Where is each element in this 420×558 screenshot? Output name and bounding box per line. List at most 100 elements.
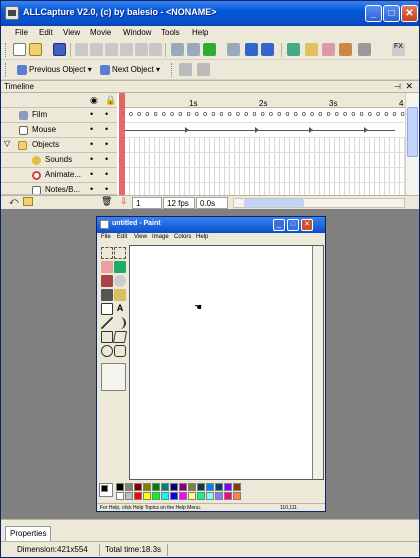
undo-icon[interactable] xyxy=(135,43,148,56)
scroll-thumb[interactable] xyxy=(407,107,418,157)
paint-toolbox: A xyxy=(99,245,128,395)
timeline-scrollbar[interactable] xyxy=(405,93,419,195)
paste-icon[interactable] xyxy=(105,43,118,56)
palette-swatch xyxy=(161,483,169,491)
capture-icon[interactable] xyxy=(287,43,300,56)
fps-field[interactable]: 12 fps xyxy=(163,197,195,209)
fx-icon[interactable]: FX xyxy=(392,43,405,56)
open-icon[interactable] xyxy=(29,43,42,56)
app-icon xyxy=(5,6,19,20)
forward-icon[interactable] xyxy=(245,43,258,56)
add-folder-icon[interactable] xyxy=(23,197,33,206)
rectangle-icon xyxy=(101,331,113,343)
cut-icon[interactable] xyxy=(75,43,88,56)
paint-menu-item: Edit xyxy=(117,234,128,240)
menu-view[interactable]: View xyxy=(63,28,80,37)
sounds-track[interactable] xyxy=(119,153,405,168)
trash-icon[interactable]: 🗑 xyxy=(101,196,112,207)
mouse-track[interactable] xyxy=(119,123,405,138)
notes-track[interactable] xyxy=(119,183,405,195)
menu-tools[interactable]: Tools xyxy=(161,28,180,37)
time-field[interactable]: 0.0s xyxy=(196,197,228,209)
minimize-button[interactable]: _ xyxy=(365,5,382,22)
frame-grid[interactable]: 1s 2s 3s 4 • o o o o o o o o o o o o o o… xyxy=(119,93,405,195)
layer-row-sounds[interactable]: Sounds • • xyxy=(1,153,117,168)
close-icon[interactable]: ✕ xyxy=(405,81,413,92)
frame-field[interactable]: 1 xyxy=(132,197,162,209)
toolbar-grip[interactable] xyxy=(5,63,8,77)
volume-icon[interactable] xyxy=(358,43,371,56)
redo-icon[interactable] xyxy=(149,43,162,56)
layer-row-film[interactable]: Film • • xyxy=(1,108,117,123)
pin-icon[interactable]: ⊣ xyxy=(394,82,401,91)
paint-menu-item: Colors xyxy=(174,234,192,240)
save-icon[interactable] xyxy=(53,43,66,56)
palette-swatch xyxy=(152,483,160,491)
arrow-right-icon xyxy=(100,65,110,75)
timeline-hscrollbar[interactable] xyxy=(233,198,405,208)
layer-lock-toggle[interactable]: • xyxy=(105,109,108,119)
tool-icon[interactable] xyxy=(197,63,210,76)
toolbar-grip[interactable] xyxy=(5,43,8,57)
layer-visible-toggle[interactable]: • xyxy=(90,139,93,149)
close-button[interactable]: ✕ xyxy=(401,5,418,22)
previous-object-button[interactable]: Previous Object ▾ xyxy=(17,63,92,78)
layer-visible-toggle[interactable]: • xyxy=(90,124,93,134)
effects-icon[interactable] xyxy=(339,43,352,56)
layer-lock-toggle[interactable]: • xyxy=(105,154,108,164)
film-track[interactable]: • o o o o o o o o o o o o o o o o o o o … xyxy=(119,108,405,123)
title-bar[interactable]: ALLCapture V2.0, (c) by balesio - <NONAM… xyxy=(1,1,419,26)
layer-row-notes[interactable]: Notes/B... • • xyxy=(1,183,117,195)
next-object-button[interactable]: Next Object ▾ xyxy=(100,63,160,78)
palette-swatch xyxy=(134,492,142,500)
palette-swatch xyxy=(143,483,151,491)
layer-row-animate[interactable]: Animate... • • xyxy=(1,168,117,183)
new-icon[interactable] xyxy=(13,43,26,56)
layer-row-mouse[interactable]: Mouse • • xyxy=(1,123,117,138)
palette-swatch xyxy=(215,492,223,500)
layer-row-objects[interactable]: ▽ Objects • • xyxy=(1,138,117,153)
image-icon[interactable] xyxy=(322,43,335,56)
properties-tab[interactable]: Properties xyxy=(5,526,52,541)
palette-swatch xyxy=(215,483,223,491)
layer-visible-toggle[interactable]: • xyxy=(90,184,93,194)
tool-icon[interactable] xyxy=(179,63,192,76)
layer-lock-toggle[interactable]: • xyxy=(105,184,108,194)
layer-visible-toggle[interactable]: • xyxy=(90,169,93,179)
toolbar-grip[interactable] xyxy=(171,63,174,77)
expand-icon[interactable]: ▽ xyxy=(4,139,10,148)
add-layer-icon[interactable]: ⤺ xyxy=(9,196,19,207)
lock-icon[interactable]: 🔒 xyxy=(105,95,116,106)
palette-swatch xyxy=(116,483,124,491)
menu-file[interactable]: File xyxy=(15,28,28,37)
animate-track[interactable] xyxy=(119,168,405,183)
menu-edit[interactable]: Edit xyxy=(39,28,53,37)
stop-icon[interactable] xyxy=(227,43,240,56)
rewind-icon[interactable] xyxy=(187,43,200,56)
paint-icon xyxy=(100,220,109,229)
layer-lock-toggle[interactable]: • xyxy=(105,169,108,179)
copy-icon[interactable] xyxy=(90,43,103,56)
delete-icon[interactable] xyxy=(120,43,133,56)
menu-movie[interactable]: Movie xyxy=(90,28,111,37)
folder-icon[interactable] xyxy=(305,43,318,56)
last-frame-icon[interactable] xyxy=(261,43,274,56)
maximize-button[interactable]: □ xyxy=(383,5,400,22)
playhead[interactable] xyxy=(119,93,125,195)
objects-track[interactable] xyxy=(119,138,405,153)
status-total-time: Total time:18.3s xyxy=(105,545,162,554)
layer-visible-toggle[interactable]: • xyxy=(90,109,93,119)
rect-select-icon xyxy=(114,247,126,259)
layer-visible-toggle[interactable]: • xyxy=(90,154,93,164)
paint-canvas-area: ☚ xyxy=(129,245,324,480)
menu-help[interactable]: Help xyxy=(192,28,208,37)
eye-icon[interactable]: ◉ xyxy=(90,95,98,106)
hscroll-thumb[interactable] xyxy=(244,199,304,207)
line-icon xyxy=(101,317,113,329)
layer-lock-toggle[interactable]: • xyxy=(105,124,108,134)
play-icon[interactable] xyxy=(203,43,216,56)
layer-lock-toggle[interactable]: • xyxy=(105,139,108,149)
menu-window[interactable]: Window xyxy=(123,28,151,37)
first-frame-icon[interactable] xyxy=(171,43,184,56)
time-ruler[interactable]: 1s 2s 3s 4 xyxy=(119,93,405,108)
